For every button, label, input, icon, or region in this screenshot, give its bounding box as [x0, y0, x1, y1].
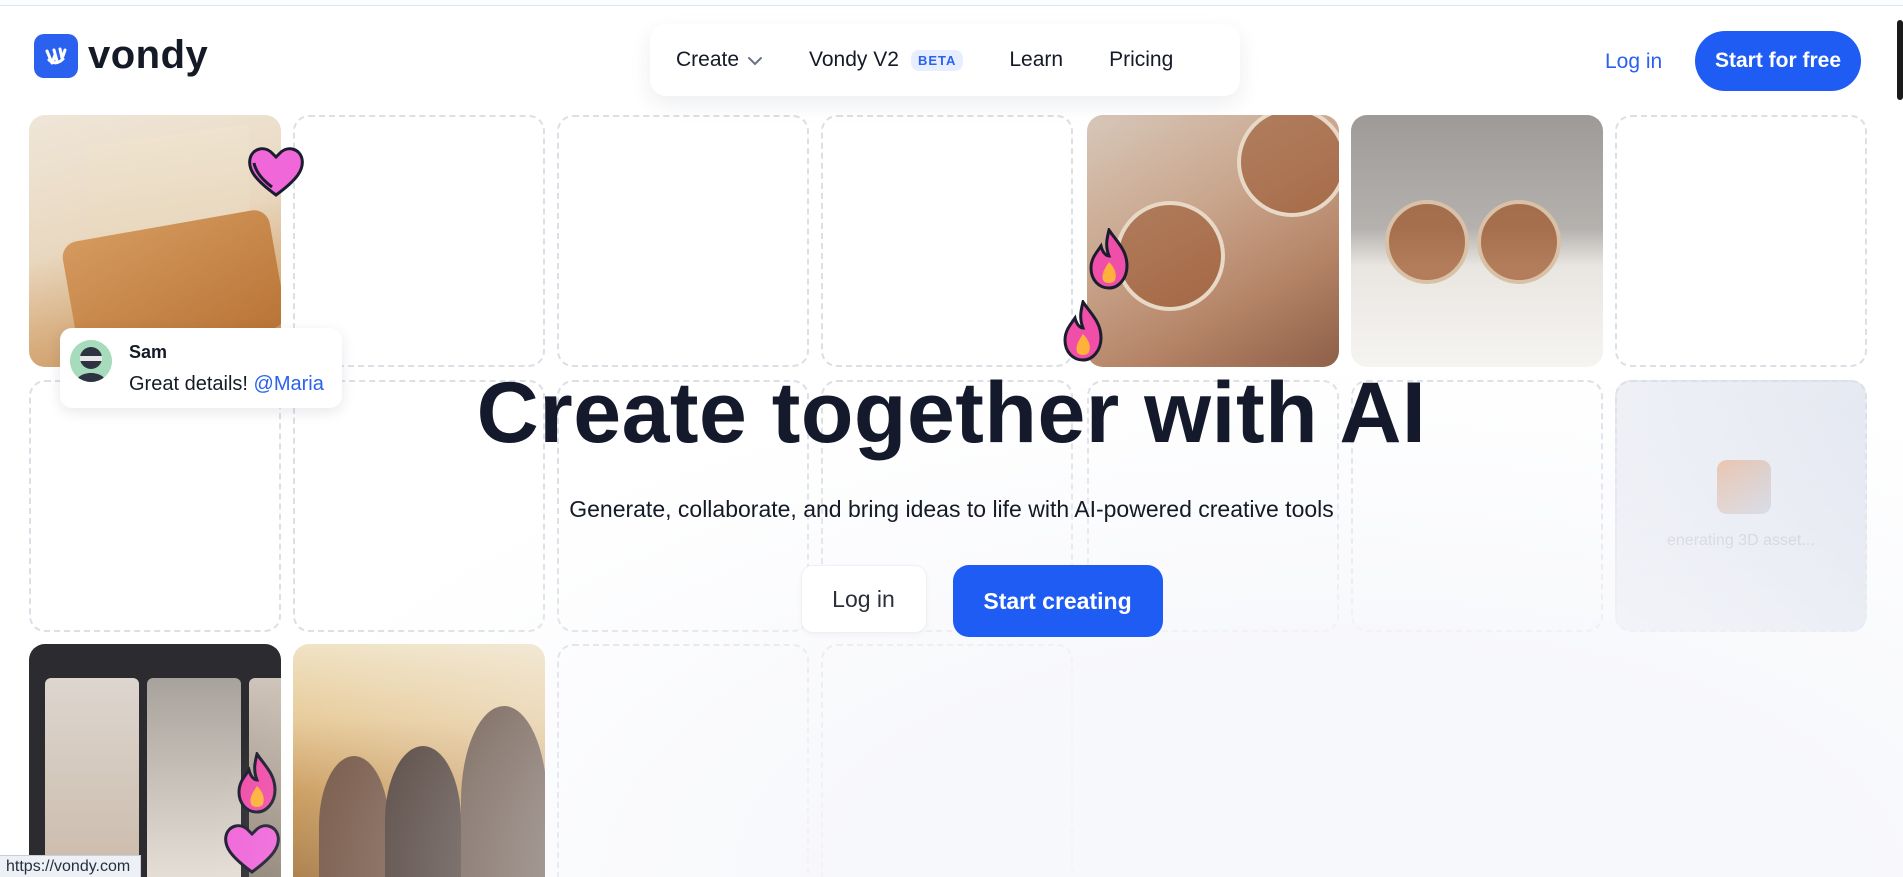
person [319, 756, 389, 877]
phone-post [45, 678, 139, 877]
nav-learn[interactable]: Learn [1009, 48, 1063, 72]
empty-tile [821, 644, 1073, 877]
heart-icon [246, 143, 306, 204]
logo-text: vondy [88, 33, 209, 77]
lens-left [1115, 201, 1225, 311]
vondy-logo-icon [34, 33, 78, 78]
start-for-free-button[interactable]: Start for free [1695, 31, 1861, 91]
lens-right [1477, 200, 1561, 284]
fire-icon [1087, 226, 1131, 295]
fire-icon [235, 750, 279, 819]
start-creating-button[interactable]: Start creating [952, 565, 1163, 637]
comment-author: Sam [129, 342, 168, 362]
hero-title: Create together with AI [476, 365, 1427, 461]
empty-tile [557, 644, 809, 877]
header-login-link[interactable]: Log in [1605, 50, 1662, 74]
nav-create-label: Create [676, 48, 740, 71]
status-bar-url: https://vondy.com [0, 855, 142, 877]
empty-tile [821, 115, 1073, 367]
group-field-photo-tile[interactable] [293, 644, 545, 877]
person [461, 706, 545, 877]
lens-left [1385, 200, 1469, 284]
nav-vondy-v2[interactable]: Vondy V2 BETA [809, 48, 964, 72]
nav-create[interactable]: Create [676, 48, 763, 72]
empty-tile [1615, 115, 1867, 367]
beta-badge: BETA [910, 49, 964, 71]
scrollbar[interactable] [1897, 20, 1903, 100]
chevron-down-icon [747, 48, 763, 72]
hero-login-button[interactable]: Log in [800, 565, 927, 633]
heart-icon [222, 820, 282, 877]
hero-actions: Log in Start creating [60, 565, 1903, 637]
hero-subtitle: Generate, collaborate, and bring ideas t… [569, 496, 1334, 522]
sunglasses-product-tile[interactable] [1351, 115, 1603, 367]
lens-right [1237, 115, 1339, 217]
logo[interactable]: vondy [34, 33, 208, 78]
fire-icon [1061, 298, 1105, 367]
site-header: vondy Create Vondy V2 BETA Learn Pricing… [0, 6, 1903, 106]
nav-pricing[interactable]: Pricing [1109, 48, 1173, 72]
nav-vondy-v2-label: Vondy V2 [809, 48, 899, 71]
empty-tile [557, 115, 809, 367]
hero-section: Create together with AI Generate, collab… [0, 370, 1903, 637]
person [385, 746, 461, 877]
main-nav: Create Vondy V2 BETA Learn Pricing [650, 24, 1240, 96]
